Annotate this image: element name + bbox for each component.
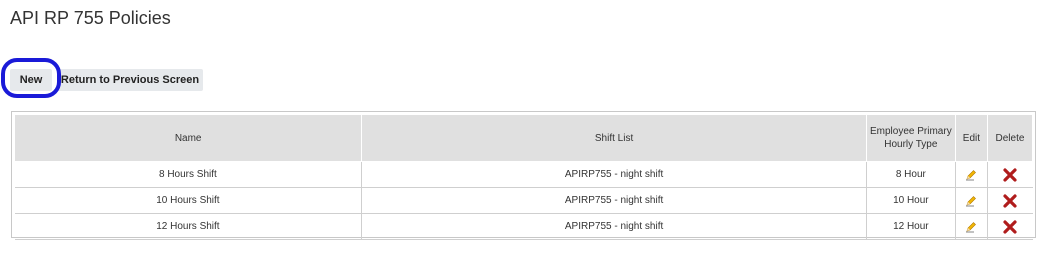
- delete-x-icon[interactable]: [1003, 193, 1017, 208]
- new-button[interactable]: New: [10, 69, 52, 91]
- row-edit-cell: [955, 213, 988, 240]
- table-row: 12 Hours Shift APIRP755 - night shift 12…: [14, 213, 1033, 240]
- column-header-edit: Edit: [954, 114, 988, 162]
- row-hourly-type-cell: 12 Hour: [866, 213, 956, 240]
- page-title: API RP 755 Policies: [10, 8, 171, 28]
- row-hourly-type-cell: 10 Hour: [866, 187, 956, 214]
- column-header-hourly-type[interactable]: Employee Primary Hourly Type: [865, 114, 956, 162]
- delete-x-icon[interactable]: [1003, 219, 1017, 234]
- row-name-cell: 10 Hours Shift: [14, 187, 363, 214]
- column-header-delete: Delete: [986, 114, 1034, 162]
- table-row: 8 Hours Shift APIRP755 - night shift 8 H…: [14, 161, 1033, 188]
- delete-x-icon[interactable]: [1003, 167, 1017, 182]
- column-header-name[interactable]: Name: [13, 114, 363, 162]
- row-edit-cell: [955, 187, 988, 214]
- policies-table-container: Name Shift List Employee Primary Hourly …: [11, 111, 1036, 240]
- row-delete-cell: [987, 187, 1033, 214]
- row-delete-cell: [987, 161, 1033, 188]
- row-shift-list-cell: APIRP755 - night shift: [361, 187, 867, 214]
- row-name-cell: 12 Hours Shift: [14, 213, 363, 240]
- pencil-icon[interactable]: [965, 221, 977, 232]
- return-to-previous-screen-button[interactable]: Return to Previous Screen: [57, 69, 203, 91]
- row-hourly-type-cell: 8 Hour: [866, 161, 956, 188]
- table-header-row: Name Shift List Employee Primary Hourly …: [13, 114, 1034, 162]
- pencil-icon[interactable]: [965, 169, 977, 180]
- row-shift-list-cell: APIRP755 - night shift: [361, 161, 867, 188]
- table-row: 10 Hours Shift APIRP755 - night shift 10…: [14, 187, 1033, 214]
- row-delete-cell: [987, 213, 1033, 240]
- row-shift-list-cell: APIRP755 - night shift: [361, 213, 867, 240]
- column-header-shift-list[interactable]: Shift List: [361, 114, 867, 162]
- row-edit-cell: [955, 161, 988, 188]
- pencil-icon[interactable]: [965, 195, 977, 206]
- policies-table: Name Shift List Employee Primary Hourly …: [13, 114, 1034, 240]
- row-name-cell: 8 Hours Shift: [14, 161, 363, 188]
